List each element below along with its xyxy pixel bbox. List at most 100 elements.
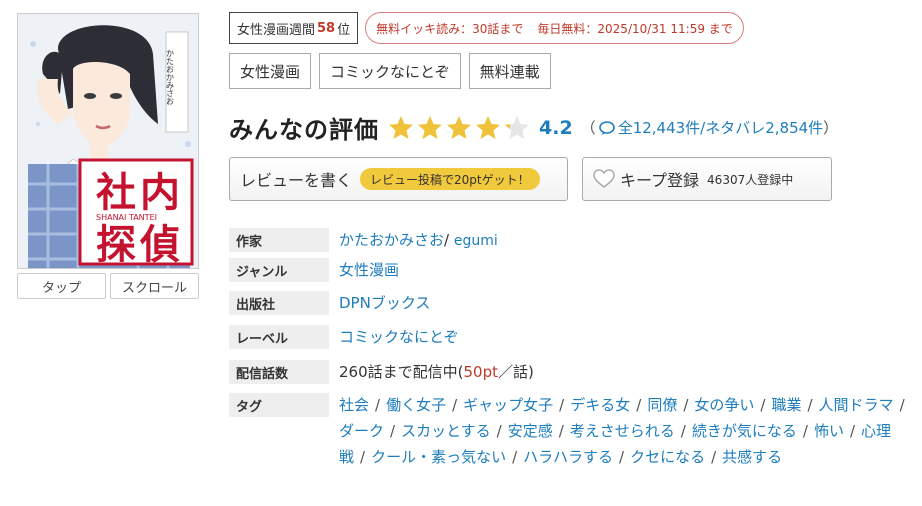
- star-icon: [505, 115, 529, 139]
- genre-link[interactable]: 女性漫画: [339, 261, 399, 279]
- cover-title-romaji: SHANAI TANTEI: [96, 213, 157, 222]
- cover-vertical-text: かたおかみさお: [166, 49, 175, 105]
- detail-key-genre: ジャンル: [229, 258, 329, 282]
- tag-separator: /: [375, 396, 381, 414]
- rating-score: 4.2: [539, 116, 573, 139]
- detail-row-author: 作家 かたおかみさお/ egumi: [229, 228, 919, 253]
- tag-link[interactable]: ギャップ女子: [463, 396, 553, 414]
- detail-key-label: レーベル: [229, 325, 329, 349]
- detail-key-episodes: 配信話数: [229, 360, 329, 384]
- speech-bubble-icon: [598, 120, 615, 135]
- tag-link[interactable]: 同僚: [647, 396, 677, 414]
- detail-row-label: レーベル コミックなにとぞ: [229, 325, 919, 349]
- tag-link[interactable]: デキる女: [570, 396, 630, 414]
- detail-key-author: 作家: [229, 228, 329, 252]
- tag-separator: /: [558, 422, 564, 440]
- category-button-josei[interactable]: 女性漫画: [229, 53, 312, 89]
- cover-title-char-3: 探: [96, 221, 136, 268]
- review-count-text: 全12,443件/ネタバレ2,854件: [617, 119, 824, 137]
- tag-separator: /: [512, 448, 518, 466]
- write-review-button[interactable]: レビューを書く レビュー投稿で20ptゲット！: [229, 157, 568, 201]
- tag-separator: /: [899, 396, 905, 414]
- open-paren: （: [580, 119, 596, 137]
- tag-separator: /: [636, 396, 642, 414]
- star-icon: [389, 115, 413, 139]
- tag-separator: /: [802, 422, 808, 440]
- category-button-label[interactable]: コミックなにとぞ: [319, 53, 461, 89]
- tag-link[interactable]: ダーク: [339, 422, 384, 440]
- rating-row: みんなの評価 4.2 （ 全12,443件/ネタバレ2,854件 ）: [229, 110, 838, 145]
- ranking-label: 女性漫画週間: [237, 22, 316, 38]
- episodes-price: 50pt: [463, 363, 498, 381]
- detail-value-author: かたおかみさお/ egumi: [339, 228, 498, 253]
- tag-link[interactable]: 女の争い: [694, 396, 754, 414]
- ranking-suffix: 位: [337, 22, 351, 38]
- tag-separator: /: [390, 422, 396, 440]
- ranking-number: 58: [317, 20, 336, 36]
- detail-value-episodes: 260話まで配信中(50pt／話): [339, 360, 534, 384]
- detail-row-episodes: 配信話数 260話まで配信中(50pt／話): [229, 360, 919, 384]
- tag-link[interactable]: 考えさせられる: [570, 422, 675, 440]
- tag-link[interactable]: 怖い: [814, 422, 844, 440]
- tag-link[interactable]: 続きが気になる: [692, 422, 797, 440]
- review-count-link[interactable]: （ 全12,443件/ネタバレ2,854件 ）: [581, 117, 839, 138]
- tag-separator: /: [683, 396, 689, 414]
- tag-separator: /: [807, 396, 813, 414]
- tag-link[interactable]: 安定感: [508, 422, 553, 440]
- episodes-text: 260話まで配信中(: [339, 363, 464, 381]
- rating-title: みんなの評価: [229, 116, 379, 144]
- star-icon: [418, 115, 442, 139]
- tag-separator: /: [496, 422, 502, 440]
- tag-link[interactable]: クセになる: [630, 448, 705, 466]
- keep-label: キープ登録: [620, 171, 700, 190]
- detail-row-publisher: 出版社 DPNブックス: [229, 291, 919, 315]
- close-paren: ）: [823, 119, 839, 137]
- tag-link[interactable]: 社会: [339, 396, 369, 414]
- write-review-label: レビューを書く: [240, 171, 353, 190]
- episodes-tail: ／話): [497, 363, 534, 381]
- category-button-free-serial[interactable]: 無料連載: [468, 53, 551, 89]
- publisher-link[interactable]: DPNブックス: [339, 294, 430, 312]
- tag-link[interactable]: 共感する: [722, 448, 782, 466]
- cover-image[interactable]: 社 内 探 偵 SHANAI TANTEI かたおかみさお: [17, 13, 199, 269]
- ranking-badge[interactable]: 女性漫画週間 58 位: [229, 12, 359, 44]
- rating-stars: [387, 114, 531, 142]
- tag-link[interactable]: 働く女子: [386, 396, 446, 414]
- tag-link[interactable]: クール・素っ気ない: [371, 448, 506, 466]
- cover-title-char-4: 偵: [139, 221, 180, 268]
- tag-separator: /: [680, 422, 686, 440]
- free-ikki-text: 無料イッキ読み：30話まで: [376, 21, 524, 36]
- action-row: レビューを書く レビュー投稿で20ptゲット！ キープ登録 46307人登録中: [229, 157, 832, 201]
- daily-free-text: 毎日無料：2025/10/31 11:59 まで: [537, 21, 733, 36]
- tag-separator: /: [619, 448, 625, 466]
- detail-value-publisher: DPNブックス: [339, 291, 430, 315]
- tag-separator: /: [849, 422, 856, 440]
- detail-value-genre: 女性漫画: [339, 258, 399, 282]
- tag-link[interactable]: 人間ドラマ: [819, 396, 894, 414]
- tag-link[interactable]: ハラハラする: [523, 448, 613, 466]
- keep-count: 46307人登録中: [707, 172, 794, 187]
- ranking-row: 女性漫画週間 58 位 無料イッキ読み：30話まで 毎日無料：2025/10/3…: [229, 12, 744, 44]
- star-icon: [447, 115, 471, 139]
- tag-separator: /: [760, 396, 766, 414]
- tag-list: 社会 / 働く女子 / ギャップ女子 / デキる女 / 同僚 / 女の争い / 職業 / 人間ドラマ/ダーク…: [339, 392, 917, 470]
- review-bonus-badge: レビュー投稿で20ptゲット！: [360, 168, 540, 190]
- star-icon: [476, 115, 500, 139]
- author-link-2[interactable]: egumi: [454, 233, 498, 249]
- keep-button[interactable]: キープ登録 46307人登録中: [582, 157, 832, 201]
- detail-row-tags: タグ 社会 / 働く女子 / ギャップ女子 / デキる女 / 同僚 / 女の争い / 職業 / 人間ドラマ /…: [229, 392, 919, 470]
- detail-value-label: コミックなにとぞ: [339, 325, 459, 349]
- detail-key-publisher: 出版社: [229, 291, 329, 315]
- heart-icon: [593, 169, 615, 188]
- tag-link[interactable]: 職業: [771, 396, 801, 414]
- detail-row-genre: ジャンル 女性漫画: [229, 258, 919, 282]
- cover-title-char-2: 内: [140, 169, 180, 216]
- label-link[interactable]: コミックなにとぞ: [339, 328, 459, 346]
- tap-read-button[interactable]: タップ: [17, 273, 106, 299]
- tag-separator: /: [559, 396, 565, 414]
- author-link-1[interactable]: かたおかみさお: [339, 231, 444, 249]
- tag-separator: /: [452, 396, 458, 414]
- tag-link[interactable]: スカッとする: [401, 422, 491, 440]
- scroll-read-button[interactable]: スクロール: [110, 273, 199, 299]
- free-info-badge: 無料イッキ読み：30話まで 毎日無料：2025/10/31 11:59 まで: [365, 12, 744, 44]
